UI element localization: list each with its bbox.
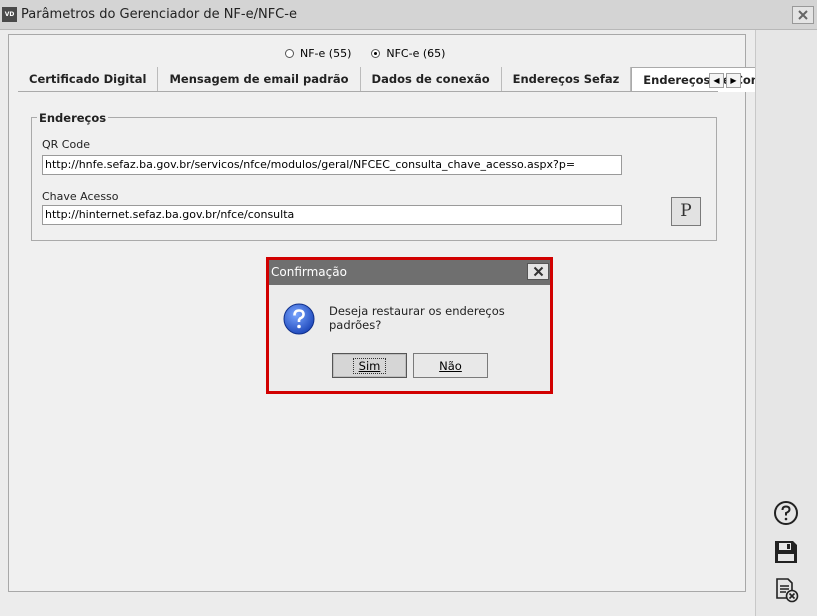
confirmation-dialog: Confirmação Deseja restaurar os endereço… xyxy=(266,257,553,394)
tab-scroll-right-icon[interactable]: ▶ xyxy=(726,73,741,88)
yes-button[interactable]: Sim xyxy=(332,353,407,378)
tab-dados-conexao[interactable]: Dados de conexão xyxy=(361,67,502,91)
window-close-button[interactable] xyxy=(792,6,814,24)
dialog-title-bar: Confirmação xyxy=(269,260,550,285)
tab-scroll-left-icon[interactable]: ◀ xyxy=(709,73,724,88)
close-icon xyxy=(798,10,808,20)
model-radio-group: NF-e (55) NFC-e (65) xyxy=(285,46,445,60)
enderecos-group-title: Endereços xyxy=(37,111,109,125)
radio-nfce-65[interactable]: NFC-e (65) xyxy=(371,46,445,60)
chave-acesso-label: Chave Acesso xyxy=(42,190,119,203)
close-document-icon[interactable] xyxy=(773,577,799,603)
tab-divider xyxy=(18,91,718,92)
dialog-title: Confirmação xyxy=(271,265,347,279)
tab-enderecos-sefaz[interactable]: Endereços Sefaz xyxy=(502,67,632,91)
radio-circle xyxy=(285,48,294,58)
restore-defaults-button[interactable]: P xyxy=(671,197,701,226)
radio-circle-selected xyxy=(371,48,381,58)
tab-bar: Certificado Digital Mensagem de email pa… xyxy=(18,67,804,92)
no-button-label: Não xyxy=(439,358,462,373)
question-icon xyxy=(283,303,315,335)
save-icon[interactable] xyxy=(773,539,799,565)
radio-nfe-55[interactable]: NF-e (55) xyxy=(285,46,351,60)
main-window: VD Parâmetros do Gerenciador de NF-e/NFC… xyxy=(0,0,817,616)
tab-mensagem-email[interactable]: Mensagem de email padrão xyxy=(158,67,361,91)
qr-code-input[interactable]: http://hnfe.sefaz.ba.gov.br/servicos/nfc… xyxy=(42,155,622,175)
help-icon[interactable] xyxy=(773,500,799,526)
dialog-close-button[interactable] xyxy=(527,263,549,280)
tab-certificado-digital[interactable]: Certificado Digital xyxy=(18,67,159,91)
window-title: Parâmetros do Gerenciador de NF-e/NFC-e xyxy=(21,7,297,22)
close-icon xyxy=(533,266,543,277)
title-bar: VD Parâmetros do Gerenciador de NF-e/NFC… xyxy=(0,0,817,30)
qr-code-label: QR Code xyxy=(42,138,90,151)
app-icon: VD xyxy=(2,7,17,22)
radio-label: NFC-e (65) xyxy=(386,46,446,60)
yes-button-label: Sim xyxy=(352,357,387,374)
no-button[interactable]: Não xyxy=(413,353,488,378)
radio-label: NF-e (55) xyxy=(300,46,352,60)
chave-acesso-input[interactable]: http://hinternet.sefaz.ba.gov.br/nfce/co… xyxy=(42,205,622,225)
side-toolbar xyxy=(755,30,817,616)
dialog-message: Deseja restaurar os endereços padrões? xyxy=(329,304,505,332)
